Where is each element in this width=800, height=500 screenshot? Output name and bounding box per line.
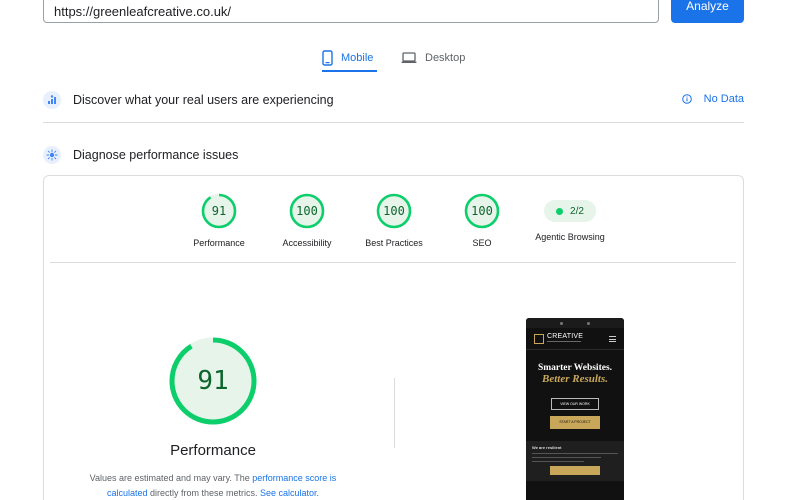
diagnose-title: Diagnose performance issues [73,148,239,162]
preview-nav: CREATIVE [526,328,624,350]
gauge-performance[interactable]: 91 Performance [174,193,264,248]
score-label: Best Practices [365,238,423,248]
hamburger-menu-icon [609,336,616,342]
brand-logo-icon [534,334,544,344]
vertical-divider [394,378,395,448]
note-text-mid: directly from these metrics. [147,488,260,498]
preview-text-lines [532,453,618,462]
score-note: Values are estimated and may vary. The p… [83,471,343,500]
card-divider [50,262,736,263]
agentic-label: Agentic Browsing [535,232,605,242]
no-data-indicator[interactable]: No Data [681,93,744,105]
phone-icon [322,50,333,66]
score-value: 100 [383,204,405,218]
tab-desktop-label: Desktop [425,52,466,64]
main-score-value: 91 [197,366,229,396]
agentic-value: 2/2 [570,205,584,217]
preview-bottom-button [550,466,600,475]
gauge-accessibility[interactable]: 100 Accessibility [262,193,352,248]
preview-section-title: We are resilient [532,445,562,450]
diagnose-section: Diagnose performance issues [43,141,744,169]
results-card: 91 Performance 100 Accessibility 100 Bes… [43,175,744,500]
score-value: 100 [471,204,493,218]
note-text-start: Values are estimated and may vary. The [89,473,253,483]
see-calculator-link[interactable]: See calculator. [260,488,319,498]
section-divider [43,122,744,123]
page-screenshot-preview[interactable]: CREATIVE Smarter Websites. Better Result… [526,318,624,500]
tab-desktop[interactable]: Desktop [401,44,465,72]
preview-primary-button: VIEW OUR WORK [551,398,599,410]
real-users-title: Discover what your real users are experi… [73,93,334,107]
gauge-best-practices[interactable]: 100 Best Practices [349,193,439,248]
score-label: Accessibility [282,238,332,248]
score-gauges: 91 Performance 100 Accessibility 100 Bes… [44,193,743,263]
score-label: SEO [472,238,492,248]
analyze-button[interactable]: Analyze [671,0,744,23]
agentic-pill: 2/2 [544,200,596,222]
url-input[interactable] [43,0,659,23]
no-data-label: No Data [703,93,744,105]
real-users-section[interactable]: Discover what your real users are experi… [43,86,744,114]
preview-secondary-button: START A PROJECT [550,416,600,429]
gauge-agentic-browsing[interactable]: 2/2 Agentic Browsing [525,193,615,242]
score-value: 100 [296,204,318,218]
preview-headline: Smarter Websites. [537,363,613,373]
preview-brand: CREATIVE [547,333,584,340]
diagnose-icon [43,146,61,164]
phone-status-bar [526,318,624,328]
tab-mobile-label: Mobile [341,52,374,64]
laptop-icon [401,52,417,63]
preview-tagline-line [547,341,581,342]
main-score-gauge: 91 [168,336,258,426]
main-score-label: Performance [170,442,256,459]
info-icon [681,94,692,104]
preview-content-block: We are resilient [526,441,624,481]
gauge-seo[interactable]: 100 SEO [437,193,527,248]
score-value: 91 [211,204,227,218]
pass-dot-icon [556,207,564,215]
score-label: Performance [193,238,245,248]
users-chart-icon [43,91,61,109]
active-tab-indicator [322,70,377,72]
tab-mobile[interactable]: Mobile [322,44,373,72]
preview-headline-accent: Better Results. [541,373,608,385]
